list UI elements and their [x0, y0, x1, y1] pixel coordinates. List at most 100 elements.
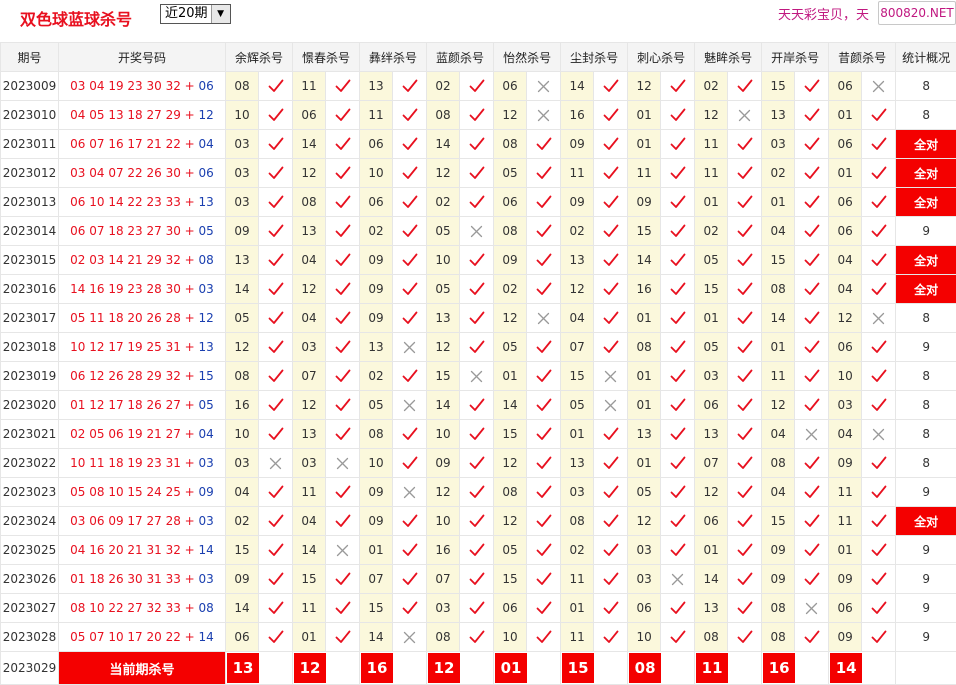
kill-number: 07 — [426, 564, 461, 594]
check-icon — [325, 361, 361, 391]
stat-cell: 8 — [895, 303, 956, 333]
check-icon — [459, 274, 495, 304]
kill-number: 06 — [292, 100, 327, 130]
kill-number: 15 — [761, 71, 796, 101]
blue-ball: 03 — [198, 514, 214, 528]
check-icon — [727, 390, 763, 420]
red-balls: 06 07 18 23 27 30 — [70, 224, 181, 238]
kill-number: 09 — [560, 129, 595, 159]
kill-number: 06 — [828, 593, 863, 623]
draw-numbers-cell: 01 18 26 30 31 33 + 03 — [58, 564, 226, 594]
check-icon — [794, 622, 830, 652]
current-kill-badge: 14 — [830, 653, 863, 683]
red-balls: 10 12 17 19 25 31 — [70, 340, 181, 354]
stat-cell: 8 — [895, 390, 956, 420]
check-icon — [257, 216, 294, 246]
check-icon — [727, 535, 763, 565]
kill-number: 12 — [225, 332, 259, 362]
kill-number: 15 — [560, 361, 595, 391]
current-kill-number: 15 — [560, 651, 629, 685]
check-icon — [861, 245, 897, 275]
cross-icon — [593, 390, 629, 420]
cross-icon — [794, 593, 830, 623]
chevron-down-icon[interactable]: ▼ — [210, 5, 230, 23]
kill-number: 08 — [493, 129, 528, 159]
check-icon — [861, 216, 897, 246]
blue-ball: 03 — [198, 572, 214, 586]
period-select[interactable]: 近20期 ▼ — [160, 4, 231, 24]
check-icon — [459, 332, 495, 362]
kill-number: 13 — [694, 593, 729, 623]
kill-number: 10 — [225, 419, 259, 449]
kill-number: 11 — [627, 158, 662, 188]
stat-cell: 9 — [895, 564, 956, 594]
kill-table: 期号 开奖号码 余辉杀号 憬春杀号 彝绊杀号 蓝颜杀号 怡然杀号 尘封杀号 刺心… — [0, 42, 956, 685]
cross-icon — [325, 535, 361, 565]
top-bar: 双色球蓝球杀号 近20期 ▼ 天天彩宝贝，天 800820.NET — [0, 0, 956, 43]
current-kill-row: 2023029 当前期杀号 13 12 16 12 01 15 08 11 16 14 — [0, 651, 956, 685]
check-icon — [459, 564, 495, 594]
check-icon — [392, 216, 428, 246]
check-icon — [257, 187, 294, 217]
kill-number: 14 — [426, 129, 461, 159]
kill-number: 04 — [828, 419, 863, 449]
kill-number: 03 — [225, 129, 259, 159]
cross-icon — [861, 71, 897, 101]
kill-number: 09 — [828, 622, 863, 652]
kill-number: 06 — [493, 593, 528, 623]
issue-cell: 2023012 — [0, 158, 59, 188]
kill-number: 13 — [359, 71, 394, 101]
current-kill-badge: 08 — [629, 653, 662, 683]
issue-cell: 2023020 — [0, 390, 59, 420]
promo-link[interactable]: 天天彩宝贝，天 — [778, 4, 869, 23]
cross-icon — [861, 303, 897, 333]
check-icon — [325, 419, 361, 449]
col-header-killer: 怡然杀号 — [493, 42, 562, 72]
draw-numbers-cell: 08 10 22 27 32 33 + 08 — [58, 593, 226, 623]
check-icon — [392, 274, 428, 304]
kill-number: 15 — [426, 361, 461, 391]
kill-number: 07 — [292, 361, 327, 391]
kill-number: 16 — [225, 390, 259, 420]
kill-number: 04 — [761, 419, 796, 449]
blue-ball: 15 — [198, 369, 214, 383]
check-icon — [392, 129, 428, 159]
kill-number: 09 — [359, 245, 394, 275]
check-icon — [593, 245, 629, 275]
draw-numbers-cell: 04 16 20 21 31 32 + 14 — [58, 535, 226, 565]
draw-numbers-cell: 14 16 19 23 28 30 + 03 — [58, 274, 226, 304]
kill-number: 05 — [694, 245, 729, 275]
check-icon — [593, 158, 629, 188]
kill-number: 14 — [627, 245, 662, 275]
kill-number: 01 — [493, 361, 528, 391]
kill-number: 08 — [761, 622, 796, 652]
cross-icon — [392, 622, 428, 652]
check-icon — [526, 448, 562, 478]
kill-number: 02 — [359, 216, 394, 246]
kill-number: 08 — [493, 477, 528, 507]
stat-cell: 全对 — [895, 506, 956, 536]
check-icon — [794, 448, 830, 478]
stat-cell: 8 — [895, 448, 956, 478]
table-row: 2023014 06 07 18 23 27 30 + 05 09 13 02 05 08 0… — [0, 216, 956, 246]
check-icon — [257, 71, 294, 101]
kill-number: 01 — [560, 419, 595, 449]
check-icon — [593, 216, 629, 246]
check-icon — [459, 158, 495, 188]
kill-number: 12 — [694, 477, 729, 507]
kill-number: 15 — [359, 593, 394, 623]
check-icon — [257, 245, 294, 275]
kill-number: 11 — [560, 564, 595, 594]
current-kill-badge: 12 — [428, 653, 461, 683]
kill-number: 12 — [493, 506, 528, 536]
check-icon — [392, 361, 428, 391]
site-badge[interactable]: 800820.NET — [878, 1, 956, 25]
kill-number: 15 — [493, 564, 528, 594]
kill-number: 04 — [292, 245, 327, 275]
kill-number: 01 — [828, 535, 863, 565]
kill-number: 01 — [761, 332, 796, 362]
check-icon — [325, 245, 361, 275]
kill-number: 11 — [828, 506, 863, 536]
check-icon — [861, 158, 897, 188]
kill-number: 06 — [828, 187, 863, 217]
